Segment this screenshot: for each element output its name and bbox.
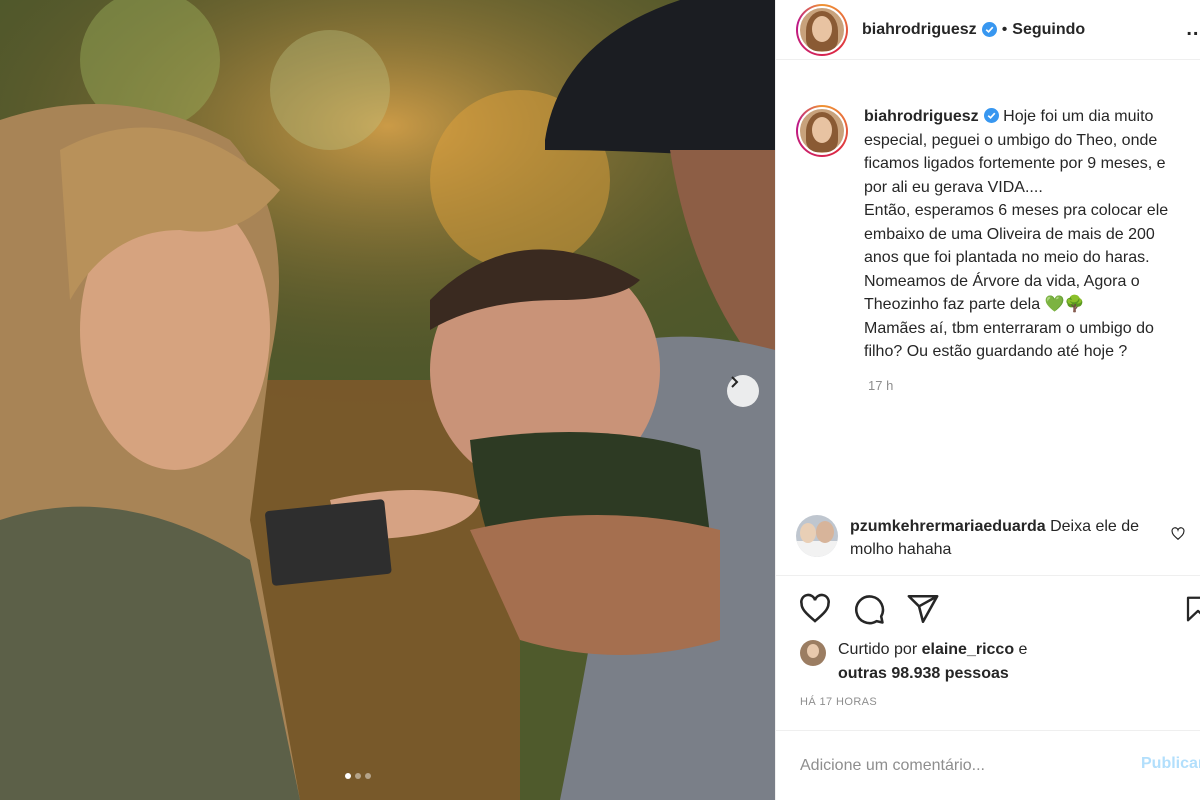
post-photo[interactable] bbox=[0, 0, 775, 800]
carousel-dot bbox=[345, 773, 351, 779]
likes-suffix: e bbox=[1014, 641, 1028, 658]
likes-count[interactable]: outras 98.938 pessoas bbox=[838, 665, 1009, 682]
comment-input[interactable] bbox=[798, 753, 1128, 779]
likes-prefix: Curtido por bbox=[838, 641, 922, 658]
likes-summary: Curtido por elaine_ricco e outras 98.938 … bbox=[800, 638, 1098, 686]
comment-body: pzumkehrermariaeduarda Deixa ele de molh… bbox=[850, 515, 1140, 561]
commenter-username[interactable]: pzumkehrermariaeduarda bbox=[850, 518, 1046, 535]
heart-icon[interactable] bbox=[798, 592, 832, 626]
verified-icon bbox=[981, 22, 997, 37]
caption: biahrodriguesz Hoje foi um dia muito esp… bbox=[864, 105, 1182, 364]
post-actions: Curtido por elaine_ricco e outras 98.938 … bbox=[776, 575, 1200, 708]
commenter-avatar[interactable] bbox=[796, 515, 838, 557]
carousel-dot bbox=[355, 773, 361, 779]
caption-text: Hoje foi um dia muito especial, peguei o… bbox=[864, 108, 1169, 360]
comment-icon[interactable] bbox=[852, 592, 886, 626]
carousel-indicator bbox=[345, 773, 371, 779]
add-comment-bar: Publicar bbox=[776, 730, 1200, 800]
comment: pzumkehrermariaeduarda Deixa ele de molh… bbox=[796, 515, 1200, 561]
more-options-icon[interactable]: ... bbox=[1186, 18, 1200, 41]
verified-icon bbox=[983, 108, 999, 123]
post-header: biahrodriguesz • Seguindo ... bbox=[776, 0, 1200, 60]
post-sidebar: biahrodriguesz • Seguindo ... biahrodrig… bbox=[775, 0, 1200, 800]
caption-section: biahrodriguesz Hoje foi um dia muito esp… bbox=[796, 105, 1196, 393]
publish-button[interactable]: Publicar bbox=[1141, 755, 1200, 773]
instagram-post: biahrodriguesz • Seguindo ... biahrodrig… bbox=[0, 0, 1200, 800]
following-button[interactable]: Seguindo bbox=[1012, 21, 1085, 39]
author-avatar[interactable] bbox=[796, 3, 848, 56]
photo-illustration bbox=[0, 0, 775, 800]
share-icon[interactable] bbox=[906, 592, 940, 626]
carousel-next-button[interactable] bbox=[727, 375, 759, 407]
comment-like-heart-icon[interactable] bbox=[1171, 527, 1185, 541]
caption-author-avatar[interactable] bbox=[796, 105, 848, 157]
bookmark-icon[interactable] bbox=[1183, 592, 1200, 626]
liker-avatar[interactable] bbox=[800, 640, 826, 666]
liker-username[interactable]: elaine_ricco bbox=[922, 641, 1015, 658]
author-username[interactable]: biahrodriguesz bbox=[862, 21, 977, 39]
caption-username[interactable]: biahrodriguesz bbox=[864, 108, 979, 125]
header-separator: • bbox=[1001, 20, 1008, 38]
carousel-dot bbox=[365, 773, 371, 779]
chevron-right-icon bbox=[731, 376, 739, 388]
post-timestamp[interactable]: HÁ 17 HORAS bbox=[800, 696, 877, 708]
caption-time[interactable]: 17 h bbox=[868, 378, 1196, 393]
